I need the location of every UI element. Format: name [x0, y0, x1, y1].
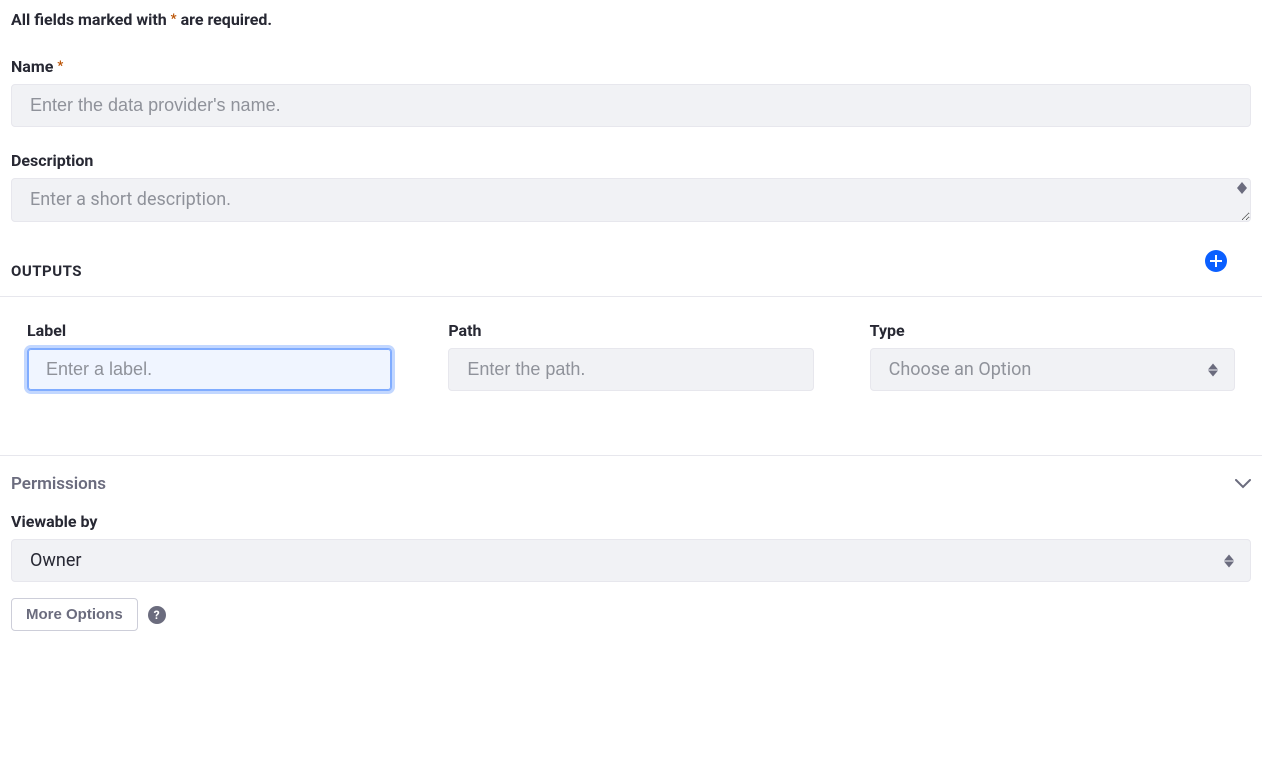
viewable-by-label: Viewable by	[11, 512, 1251, 531]
asterisk-icon: *	[171, 12, 177, 27]
required-note-prefix: All fields marked with	[11, 10, 167, 29]
output-label-heading: Label	[27, 321, 392, 340]
output-type-heading: Type	[870, 321, 1235, 340]
permissions-title: Permissions	[11, 474, 106, 494]
output-label-input[interactable]	[27, 348, 392, 391]
viewable-by-select[interactable]: Owner	[11, 539, 1251, 582]
name-label-text: Name	[11, 57, 53, 76]
name-input[interactable]	[11, 84, 1251, 127]
outputs-heading: OUTPUTS	[11, 262, 1251, 296]
plus-icon	[1210, 255, 1222, 267]
asterisk-icon: *	[57, 59, 63, 74]
more-options-button[interactable]: More Options	[11, 598, 138, 631]
viewable-by-value: Owner	[30, 550, 82, 571]
output-type-placeholder: Choose an Option	[889, 359, 1032, 380]
description-label: Description	[11, 151, 1251, 170]
output-path-input[interactable]	[448, 348, 813, 391]
add-output-button[interactable]	[1205, 250, 1227, 272]
select-caret-icon	[1208, 363, 1218, 376]
chevron-down-icon	[1235, 479, 1251, 489]
select-caret-icon	[1224, 554, 1234, 567]
required-fields-note: All fields marked with * are required.	[11, 10, 1251, 29]
required-note-suffix: are required.	[181, 10, 272, 29]
description-textarea[interactable]	[11, 178, 1251, 222]
help-icon[interactable]: ?	[148, 606, 166, 624]
permissions-toggle[interactable]: Permissions	[11, 456, 1251, 512]
output-path-heading: Path	[448, 321, 813, 340]
name-label: Name *	[11, 57, 1251, 76]
output-type-select[interactable]: Choose an Option	[870, 348, 1235, 391]
divider	[0, 296, 1262, 297]
more-options-label: More Options	[26, 606, 123, 623]
